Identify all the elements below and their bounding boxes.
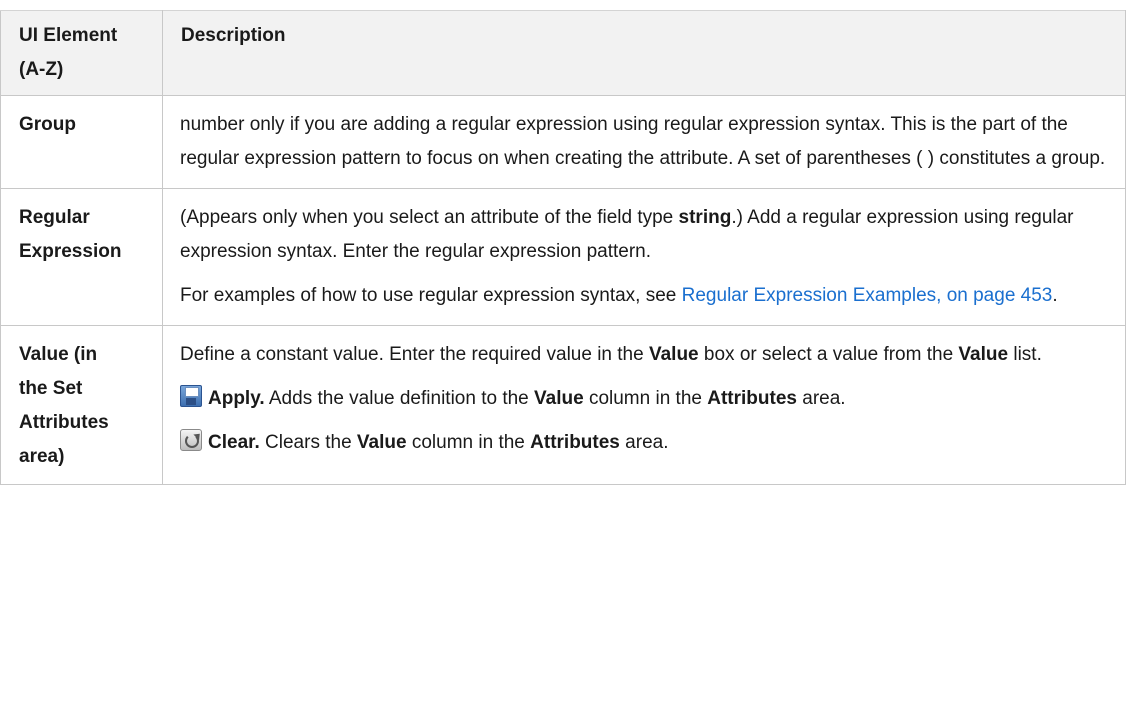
apply-a: Adds the value definition to the: [264, 388, 535, 409]
value-clear-item: Clear. Clears the Value column in the At…: [180, 426, 1115, 460]
value-p1-e: list.: [1008, 344, 1042, 365]
header-ui-element-line1: UI Element: [19, 25, 118, 46]
header-ui-element: UI Element (A-Z): [0, 10, 163, 96]
value-element-line4: area): [19, 446, 65, 467]
regex-p1-pre: (Appears only when you select an attribu…: [180, 207, 679, 228]
regex-element-line1: Regular: [19, 207, 90, 228]
table-row: Regular Expression (Appears only when yo…: [0, 188, 1126, 326]
regex-p2-pre: For examples of how to use regular expre…: [180, 285, 682, 306]
regex-description-p2: For examples of how to use regular expre…: [180, 279, 1115, 313]
value-element-line3: Attributes: [19, 412, 109, 433]
regex-element-line2: Expression: [19, 241, 122, 262]
clear-c: column in the: [406, 432, 531, 453]
value-p1-d: Value: [958, 344, 1009, 365]
value-p1-b: Value: [648, 344, 699, 365]
apply-b: Value: [534, 388, 584, 409]
row-group-description: number only if you are adding a regular …: [162, 95, 1126, 189]
clear-d: Attributes: [530, 432, 620, 453]
apply-label: Apply.: [208, 388, 265, 409]
regex-examples-link[interactable]: Regular Expression Examples, on page 453: [682, 285, 1053, 306]
clear-a: Clears the: [259, 432, 357, 453]
table-row: Group number only if you are adding a re…: [0, 95, 1126, 189]
apply-d: Attributes: [707, 388, 797, 409]
ui-elements-table: UI Element (A-Z) Description Group numbe…: [0, 10, 1126, 485]
table-header-row: UI Element (A-Z) Description: [0, 10, 1126, 96]
value-apply-item: Apply. Adds the value definition to the …: [180, 382, 1115, 416]
regex-p2-post: .: [1052, 285, 1058, 306]
regex-description-p1: (Appears only when you select an attribu…: [180, 201, 1115, 269]
apply-c: column in the: [583, 388, 708, 409]
row-value-description: Define a constant value. Enter the requi…: [162, 325, 1126, 485]
apply-e: area.: [796, 388, 846, 409]
regex-p1-bold: string: [678, 207, 732, 228]
row-group-element: Group: [0, 95, 163, 189]
value-p1-a: Define a constant value. Enter the requi…: [180, 344, 649, 365]
header-ui-element-line2: (A-Z): [19, 59, 64, 80]
clear-e: area.: [619, 432, 669, 453]
value-element-line2: the Set: [19, 378, 83, 399]
table-row: Value (in the Set Attributes area) Defin…: [0, 325, 1126, 485]
value-description-p1: Define a constant value. Enter the requi…: [180, 338, 1115, 372]
group-description-text: number only if you are adding a regular …: [180, 114, 1106, 169]
header-description: Description: [162, 10, 1126, 96]
row-regex-description: (Appears only when you select an attribu…: [162, 188, 1126, 326]
clear-b: Value: [356, 432, 407, 453]
value-p1-c: box or select a value from the: [698, 344, 959, 365]
save-icon: [180, 385, 202, 407]
clear-icon: [180, 429, 202, 451]
value-element-line1: Value (in: [19, 344, 98, 365]
row-regex-element: Regular Expression: [0, 188, 163, 326]
row-value-element: Value (in the Set Attributes area): [0, 325, 163, 485]
clear-label: Clear.: [208, 432, 260, 453]
